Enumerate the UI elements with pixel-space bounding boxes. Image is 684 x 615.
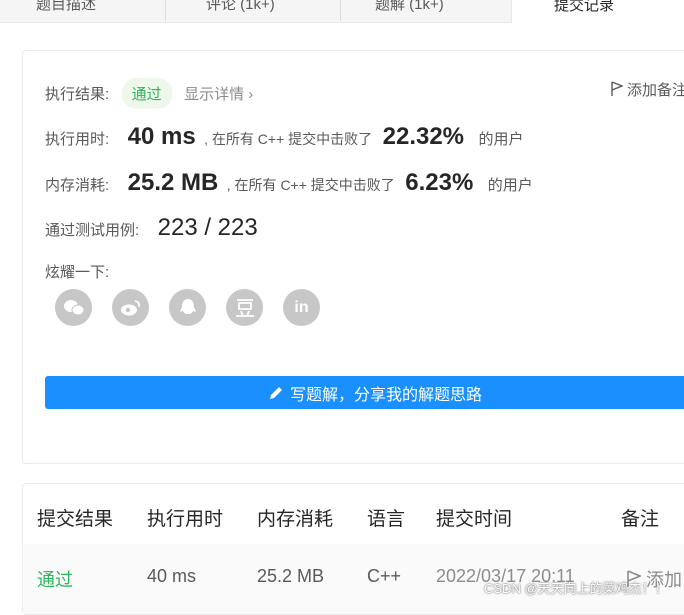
submission-result-card: 执行结果: 通过 显示详情 › 添加备注 执行用时: 40 ms , 在所有 C… <box>22 50 684 464</box>
runtime-suffix: 的用户 <box>478 131 524 148</box>
runtime-percent: 22.32% <box>382 123 465 150</box>
pass-badge: 通过 <box>121 78 172 109</box>
exec-result-row: 执行结果: 通过 显示详情 › <box>45 78 253 109</box>
column-header-status: 提交结果 <box>37 509 114 530</box>
show-detail-link[interactable]: 显示详情 › <box>184 86 253 103</box>
memory-label: 内存消耗: <box>45 177 110 194</box>
tab-submissions[interactable]: 提交记录 <box>511 0 684 23</box>
pencil-icon <box>269 386 282 399</box>
watermark: CSDN @天天向上的菜鸡杰！！ <box>484 581 668 596</box>
tab-solutions[interactable]: 题解 (1k+) <box>345 0 510 22</box>
row-status[interactable]: 通过 <box>37 566 73 592</box>
row-memory: 25.2 MB <box>257 566 325 586</box>
runtime-value: 40 ms <box>127 123 196 150</box>
tab-bar: 题目描述 评论 (1k+) 题解 (1k+) 提交记录 <box>0 0 684 23</box>
share-label-row: 炫耀一下: <box>45 261 109 282</box>
share-buttons: in <box>55 289 320 326</box>
row-language: C++ <box>367 566 402 586</box>
weibo-icon[interactable] <box>112 289 149 326</box>
tab-divider <box>165 0 166 21</box>
wechat-icon[interactable] <box>55 289 92 326</box>
memory-percent: 6.23% <box>405 169 474 196</box>
memory-row: 内存消耗: 25.2 MB , 在所有 C++ 提交中击败了 6.23% 的用户 <box>45 169 533 197</box>
column-header-note: 备注 <box>621 509 660 530</box>
flag-icon <box>611 81 624 96</box>
row-runtime: 40 ms <box>147 566 197 586</box>
column-header-runtime: 执行用时 <box>147 509 224 530</box>
runtime-text: , 在所有 C++ 提交中击败了 <box>204 131 373 147</box>
tab-divider <box>340 0 341 21</box>
linkedin-icon[interactable]: in <box>283 289 320 326</box>
runtime-label: 执行用时: <box>45 131 110 148</box>
runtime-row: 执行用时: 40 ms , 在所有 C++ 提交中击败了 22.32% 的用户 <box>45 123 524 151</box>
testcases-row: 通过测试用例: 223 / 223 <box>45 214 258 242</box>
exec-result-label: 执行结果: <box>45 86 110 103</box>
share-label: 炫耀一下: <box>45 264 110 281</box>
add-note-button[interactable]: 添加备注 <box>611 79 684 100</box>
tab-comments[interactable]: 评论 (1k+) <box>170 0 340 22</box>
testcases-label: 通过测试用例: <box>45 222 140 239</box>
column-header-submit-time: 提交时间 <box>436 509 513 530</box>
memory-suffix: 的用户 <box>487 177 533 194</box>
write-solution-button[interactable]: 写题解，分享我的解题思路 <box>45 376 684 409</box>
testcases-value: 223 / 223 <box>157 214 258 241</box>
memory-value: 25.2 MB <box>127 169 219 196</box>
tab-description[interactable]: 题目描述 <box>0 0 160 22</box>
column-header-memory: 内存消耗 <box>257 509 334 530</box>
douban-icon[interactable] <box>226 289 263 326</box>
column-header-language: 语言 <box>367 509 406 530</box>
qq-icon[interactable] <box>169 289 206 326</box>
memory-text: , 在所有 C++ 提交中击败了 <box>226 177 395 193</box>
